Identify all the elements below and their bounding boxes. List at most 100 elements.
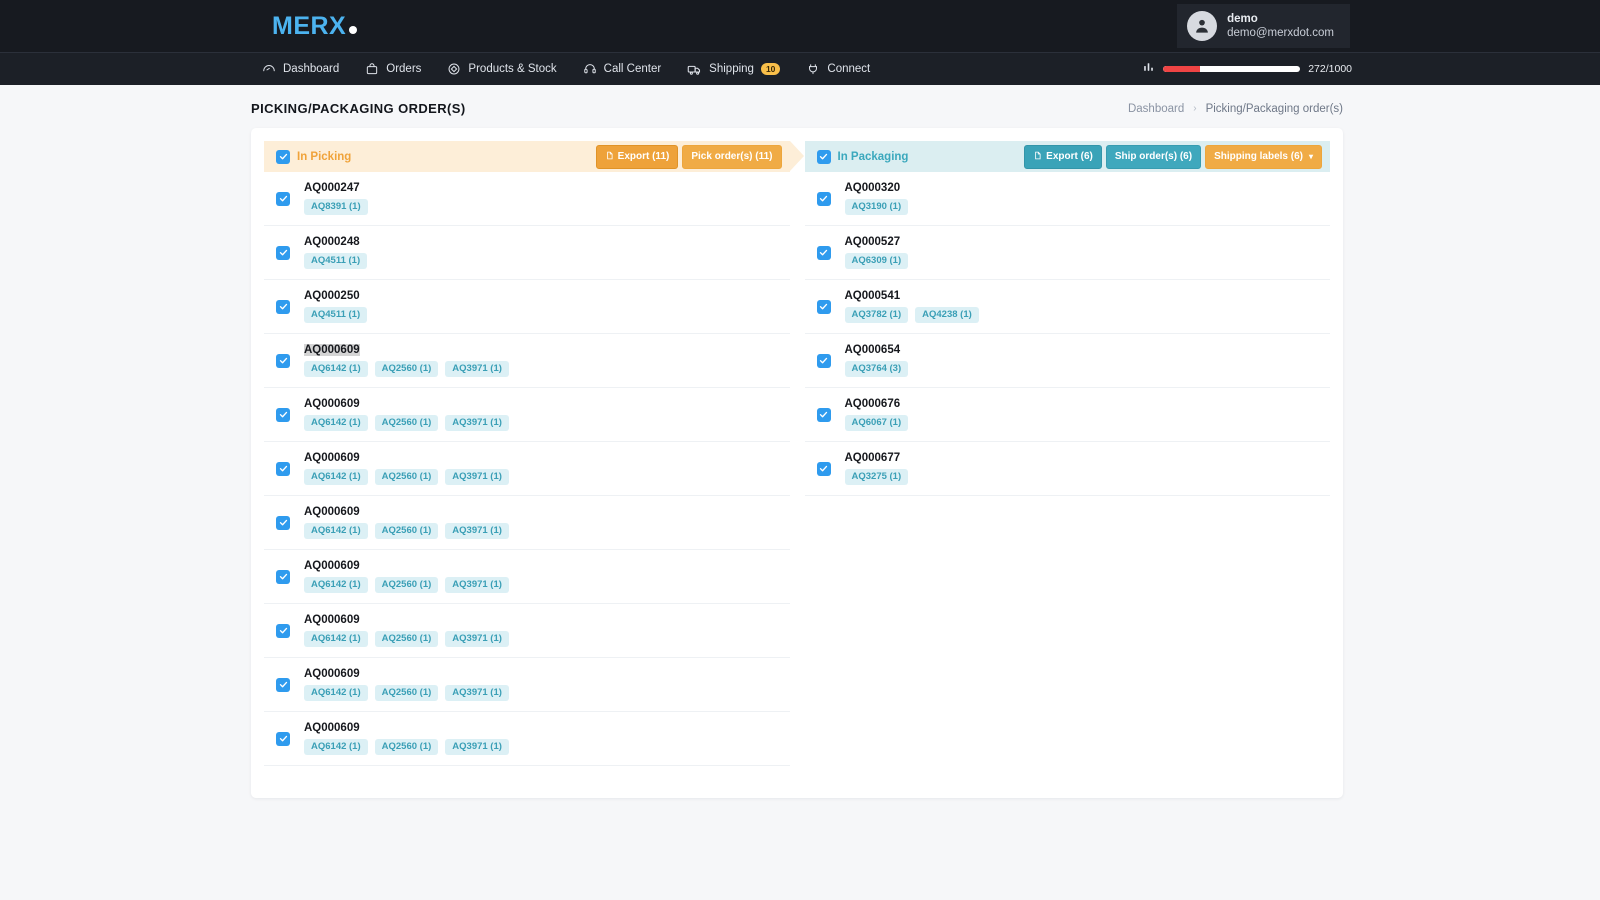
sku-tag[interactable]: AQ6142 (1) xyxy=(304,415,368,431)
order-row-checkbox[interactable] xyxy=(817,300,831,314)
sku-tag[interactable]: AQ3190 (1) xyxy=(845,199,909,215)
sku-tag[interactable]: AQ2560 (1) xyxy=(375,739,439,755)
sku-tag[interactable]: AQ6309 (1) xyxy=(845,253,909,269)
sku-tag[interactable]: AQ6142 (1) xyxy=(304,523,368,539)
order-row[interactable]: AQ000654AQ3764 (3) xyxy=(805,334,1331,388)
order-row[interactable]: AQ000609AQ6142 (1)AQ2560 (1)AQ3971 (1) xyxy=(264,334,790,388)
sku-tag[interactable]: AQ4238 (1) xyxy=(915,307,979,323)
order-row[interactable]: AQ000609AQ6142 (1)AQ2560 (1)AQ3971 (1) xyxy=(264,442,790,496)
nav-item-connect[interactable]: Connect xyxy=(806,62,870,76)
order-row-checkbox[interactable] xyxy=(276,732,290,746)
brand-dot-icon xyxy=(349,26,357,34)
sku-tag[interactable]: AQ3782 (1) xyxy=(845,307,909,323)
order-row-checkbox[interactable] xyxy=(817,192,831,206)
order-row[interactable]: AQ000609AQ6142 (1)AQ2560 (1)AQ3971 (1) xyxy=(264,550,790,604)
sku-tag[interactable]: AQ3971 (1) xyxy=(445,415,509,431)
user-email: demo@merxdot.com xyxy=(1227,26,1334,40)
order-row-checkbox[interactable] xyxy=(276,246,290,260)
sku-tag[interactable]: AQ2560 (1) xyxy=(375,631,439,647)
breadcrumb-item-dashboard[interactable]: Dashboard xyxy=(1128,103,1184,115)
order-row-checkbox[interactable] xyxy=(276,516,290,530)
order-number: AQ000248 xyxy=(304,236,360,248)
sku-tag[interactable]: AQ3971 (1) xyxy=(445,739,509,755)
sku-tag[interactable]: AQ8391 (1) xyxy=(304,199,368,215)
order-sku-tags: AQ6309 (1) xyxy=(845,253,909,269)
select-all-checkbox-packaging[interactable] xyxy=(817,150,831,164)
panel-header-in-picking: In Picking Export (11) xyxy=(264,141,790,172)
order-row[interactable]: AQ000676AQ6067 (1) xyxy=(805,388,1331,442)
ship-orders-button[interactable]: Ship order(s) (6) xyxy=(1106,145,1201,169)
order-row[interactable]: AQ000609AQ6142 (1)AQ2560 (1)AQ3971 (1) xyxy=(264,496,790,550)
order-row-checkbox[interactable] xyxy=(276,624,290,638)
order-row[interactable]: AQ000247AQ8391 (1) xyxy=(264,172,790,226)
nav-item-call-center[interactable]: Call Center xyxy=(583,62,662,76)
order-row-checkbox[interactable] xyxy=(817,462,831,476)
order-row-checkbox[interactable] xyxy=(276,354,290,368)
pick-orders-button[interactable]: Pick order(s) (11) xyxy=(682,145,781,169)
nav-item-products-stock[interactable]: Products & Stock xyxy=(447,62,556,76)
panel-header-in-packaging: In Packaging Export (6) xyxy=(805,141,1331,172)
brand-logo[interactable]: MERX xyxy=(272,12,357,41)
order-row[interactable]: AQ000609 AQ6142 (1) AQ2560 (1) AQ3971 (1) xyxy=(264,388,790,442)
order-row-checkbox[interactable] xyxy=(276,678,290,692)
nav-item-shipping[interactable]: Shipping 10 xyxy=(687,62,780,77)
order-row-checkbox[interactable] xyxy=(817,246,831,260)
sku-tag[interactable]: AQ2560 (1) xyxy=(375,415,439,431)
order-row[interactable]: AQ000609AQ6142 (1)AQ2560 (1)AQ3971 (1) xyxy=(264,658,790,712)
sku-tag[interactable]: AQ6142 (1) xyxy=(304,685,368,701)
order-row-body: AQ000609AQ6142 (1)AQ2560 (1)AQ3971 (1) xyxy=(304,722,509,755)
user-menu[interactable]: demo demo@merxdot.com xyxy=(1177,4,1350,48)
sku-tag[interactable]: AQ3971 (1) xyxy=(445,631,509,647)
order-row-checkbox[interactable] xyxy=(276,192,290,206)
order-sku-tags: AQ6067 (1) xyxy=(845,415,909,431)
sku-tag[interactable]: AQ3275 (1) xyxy=(845,469,909,485)
select-all-checkbox-picking[interactable] xyxy=(276,150,290,164)
nav-item-orders[interactable]: Orders xyxy=(365,62,421,76)
sku-tag[interactable]: AQ6142 (1) xyxy=(304,577,368,593)
nav-items: Dashboard Orders Produ xyxy=(262,62,870,77)
sku-tag[interactable]: AQ3971 (1) xyxy=(445,577,509,593)
sku-tag[interactable]: AQ6142 (1) xyxy=(304,739,368,755)
nav-item-dashboard[interactable]: Dashboard xyxy=(262,62,339,76)
order-row[interactable]: AQ000609AQ6142 (1)AQ2560 (1)AQ3971 (1) xyxy=(264,712,790,766)
order-row-checkbox[interactable] xyxy=(276,300,290,314)
order-row-checkbox[interactable] xyxy=(817,354,831,368)
sku-tag[interactable]: AQ6142 (1) xyxy=(304,361,368,377)
order-row[interactable]: AQ000677AQ3275 (1) xyxy=(805,442,1331,496)
shipping-labels-button[interactable]: Shipping labels (6) ▾ xyxy=(1205,145,1322,169)
order-row-body: AQ000676AQ6067 (1) xyxy=(845,398,909,431)
export-button-picking[interactable]: Export (11) xyxy=(596,145,679,169)
sku-tag[interactable]: AQ3971 (1) xyxy=(445,469,509,485)
order-number: AQ000609 xyxy=(304,398,360,410)
user-avatar-icon xyxy=(1187,11,1217,41)
sku-tag[interactable]: AQ3971 (1) xyxy=(445,685,509,701)
sku-tag[interactable]: AQ2560 (1) xyxy=(375,685,439,701)
order-row-checkbox[interactable] xyxy=(276,408,290,422)
order-sku-tags: AQ6142 (1) AQ2560 (1) AQ3971 (1) xyxy=(304,469,509,485)
nav-label: Dashboard xyxy=(283,63,339,75)
order-row-checkbox[interactable] xyxy=(817,408,831,422)
sku-tag[interactable]: AQ3971 (1) xyxy=(445,361,509,377)
order-row[interactable]: AQ000320AQ3190 (1) xyxy=(805,172,1331,226)
sku-tag[interactable]: AQ4511 (1) xyxy=(304,253,367,269)
export-button-packaging[interactable]: Export (6) xyxy=(1024,145,1102,169)
sku-tag[interactable]: AQ2560 (1) xyxy=(375,361,439,377)
sku-tag[interactable]: AQ6142 (1) xyxy=(304,631,368,647)
order-row[interactable]: AQ000541AQ3782 (1)AQ4238 (1) xyxy=(805,280,1331,334)
sku-tag[interactable]: AQ6142 (1) xyxy=(304,469,368,485)
sku-tag[interactable]: AQ2560 (1) xyxy=(375,577,439,593)
order-row[interactable]: AQ000527AQ6309 (1) xyxy=(805,226,1331,280)
order-row[interactable]: AQ000248 AQ4511 (1) xyxy=(264,226,790,280)
sku-tag[interactable]: AQ6067 (1) xyxy=(845,415,909,431)
order-sku-tags: AQ6142 (1) AQ2560 (1) AQ3971 (1) xyxy=(304,685,509,701)
sku-tag[interactable]: AQ4511 (1) xyxy=(304,307,367,323)
sku-tag[interactable]: AQ3971 (1) xyxy=(445,523,509,539)
order-row[interactable]: AQ000250AQ4511 (1) xyxy=(264,280,790,334)
order-row-checkbox[interactable] xyxy=(276,462,290,476)
order-row-checkbox[interactable] xyxy=(276,570,290,584)
order-row[interactable]: AQ000609AQ6142 (1)AQ2560 (1)AQ3971 (1) xyxy=(264,604,790,658)
order-row-body: AQ000320AQ3190 (1) xyxy=(845,182,909,215)
sku-tag[interactable]: AQ2560 (1) xyxy=(375,469,439,485)
sku-tag[interactable]: AQ2560 (1) xyxy=(375,523,439,539)
sku-tag[interactable]: AQ3764 (3) xyxy=(845,361,909,377)
